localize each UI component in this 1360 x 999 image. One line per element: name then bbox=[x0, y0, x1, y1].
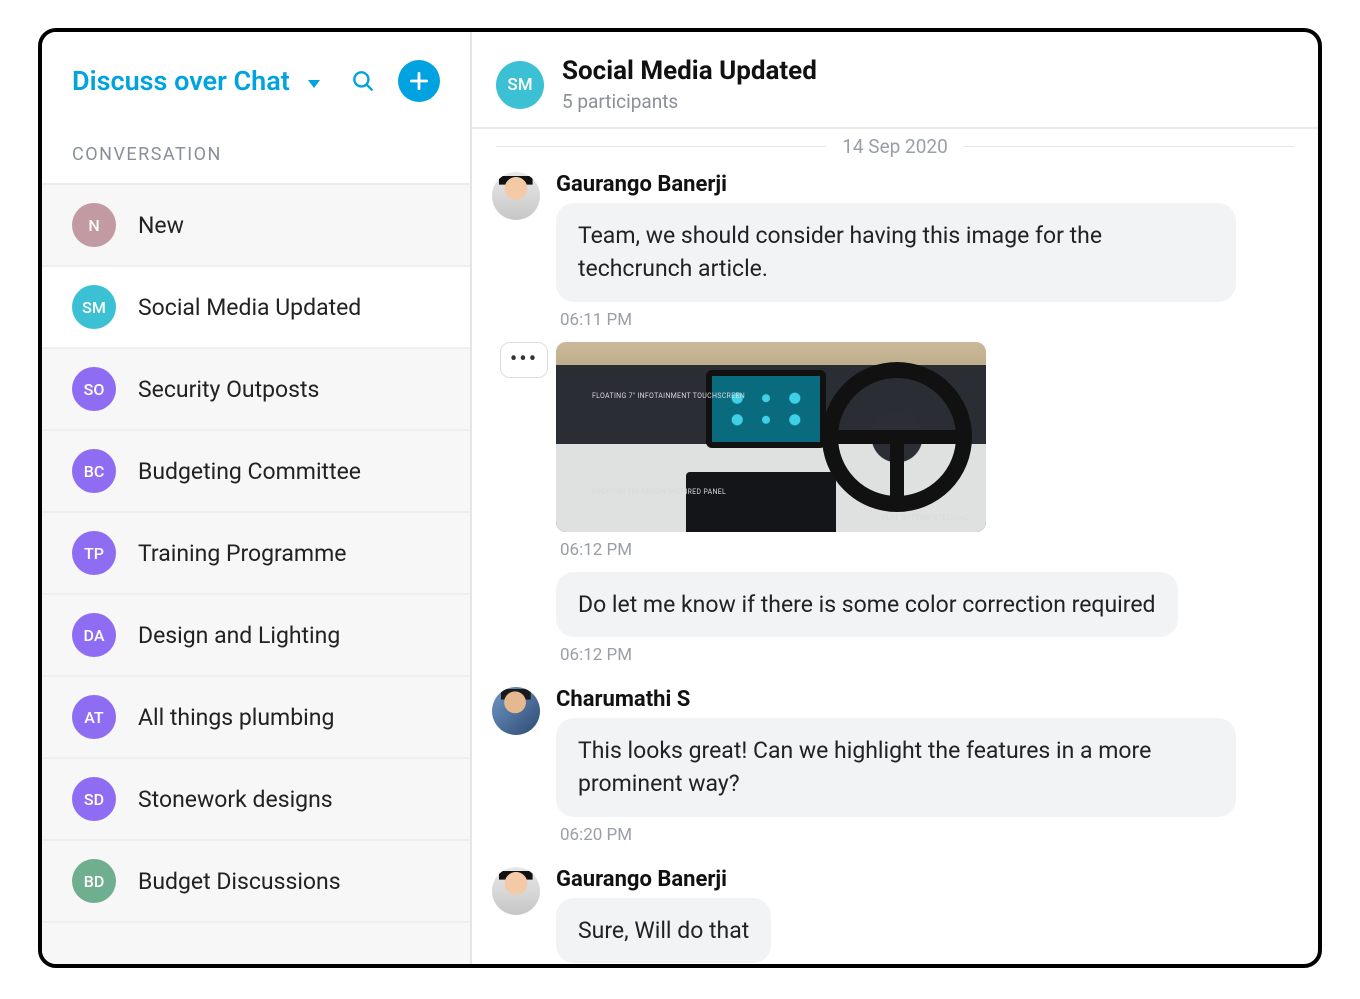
chat-pane: SM Social Media Updated 5 participants 1… bbox=[472, 32, 1318, 964]
conversation-item[interactable]: SO Security Outposts bbox=[42, 349, 470, 431]
message-author: Gaurango Banerji bbox=[556, 867, 1298, 892]
message-author: Gaurango Banerji bbox=[556, 172, 1298, 197]
chat-subtitle: 5 participants bbox=[562, 90, 817, 113]
conversation-list: N New SM Social Media Updated SO Security Out… bbox=[42, 185, 470, 964]
conversation-label: Budgeting Committee bbox=[138, 458, 361, 485]
chat-title: Social Media Updated bbox=[562, 56, 817, 86]
conversation-label: Budget Discussions bbox=[138, 868, 341, 895]
image-attachment[interactable]: FLOATING 7" INFOTAINMENT TOUCHSCREEN PREM… bbox=[556, 342, 986, 532]
message-bubble: Team, we should consider having this ima… bbox=[556, 203, 1236, 302]
message-avatar bbox=[492, 867, 540, 915]
message-bubble: This looks great! Can we highlight the f… bbox=[556, 718, 1236, 817]
sidebar-header: Discuss over Chat bbox=[42, 32, 470, 126]
conversation-item[interactable]: TP Training Programme bbox=[42, 513, 470, 595]
conversation-item[interactable]: AT All things plumbing bbox=[42, 677, 470, 759]
conversation-label: New bbox=[138, 212, 184, 239]
conversation-item[interactable]: SM Social Media Updated bbox=[42, 267, 470, 349]
conversation-avatar: SD bbox=[72, 777, 116, 821]
plus-icon bbox=[406, 68, 432, 94]
app-title-label: Discuss over Chat bbox=[72, 65, 290, 97]
chat-header: SM Social Media Updated 5 participants bbox=[472, 32, 1318, 129]
chat-header-avatar: SM bbox=[496, 61, 544, 109]
message-author: Charumathi S bbox=[556, 687, 1298, 712]
sidebar: Discuss over Chat CONVERSATION N New SM Soc… bbox=[42, 32, 472, 964]
message-group: Gaurango BanerjiSure, Will do that06:20 … bbox=[492, 867, 1298, 964]
message-timestamp: 06:12 PM bbox=[560, 645, 1298, 665]
conversation-avatar: BC bbox=[72, 449, 116, 493]
search-icon bbox=[350, 68, 376, 94]
date-divider: 14 Sep 2020 bbox=[472, 129, 1318, 166]
message-more-button[interactable]: ••• bbox=[500, 342, 548, 378]
conversation-item[interactable]: N New bbox=[42, 185, 470, 267]
message-avatar bbox=[492, 172, 540, 220]
image-label: PREMIUM TRI-ARROW INSPIRED PANEL bbox=[592, 488, 726, 496]
conversation-avatar: AT bbox=[72, 695, 116, 739]
message-attachment-wrapper: •••FLOATING 7" INFOTAINMENT TOUCHSCREENP… bbox=[556, 342, 1298, 532]
message-timestamp: 06:11 PM bbox=[560, 310, 1298, 330]
conversation-avatar: SM bbox=[72, 285, 116, 329]
conversation-avatar: SO bbox=[72, 367, 116, 411]
conversation-item[interactable]: SD Stonework designs bbox=[42, 759, 470, 841]
new-chat-button[interactable] bbox=[398, 60, 440, 102]
conversation-label: Social Media Updated bbox=[138, 294, 361, 321]
conversation-label: Security Outposts bbox=[138, 376, 319, 403]
ellipsis-icon: ••• bbox=[510, 347, 538, 372]
search-button[interactable] bbox=[342, 60, 384, 102]
message-group: Charumathi S This looks great! Can we hig… bbox=[492, 687, 1298, 857]
conversation-item[interactable]: DA Design and Lighting bbox=[42, 595, 470, 677]
message-content: Gaurango BanerjiSure, Will do that06:20 … bbox=[556, 867, 1298, 964]
message-group: Gaurango Banerji Team, we should consider… bbox=[492, 172, 1298, 677]
conversation-avatar: TP bbox=[72, 531, 116, 575]
message-avatar bbox=[492, 687, 540, 735]
app-title-dropdown[interactable]: Discuss over Chat bbox=[72, 65, 328, 97]
message-bubble: Sure, Will do that bbox=[556, 898, 771, 963]
conversation-label: All things plumbing bbox=[138, 704, 334, 731]
conversation-label: Training Programme bbox=[138, 540, 346, 567]
conversation-avatar: N bbox=[72, 203, 116, 247]
message-bubble: Do let me know if there is some color co… bbox=[556, 572, 1178, 637]
conversation-item[interactable]: BC Budgeting Committee bbox=[42, 431, 470, 513]
message-content: Gaurango Banerji Team, we should consider… bbox=[556, 172, 1298, 677]
conversation-section-label: CONVERSATION bbox=[42, 126, 470, 185]
message-timestamp: 06:12 PM bbox=[560, 540, 1298, 560]
message-timestamp: 06:20 PM bbox=[560, 825, 1298, 845]
message-content: Charumathi S This looks great! Can we hig… bbox=[556, 687, 1298, 857]
message-list: Gaurango Banerji Team, we should consider… bbox=[472, 166, 1318, 964]
conversation-label: Stonework designs bbox=[138, 786, 333, 813]
conversation-avatar: DA bbox=[72, 613, 116, 657]
chat-header-text: Social Media Updated 5 participants bbox=[562, 56, 817, 113]
chevron-down-icon bbox=[308, 80, 320, 88]
image-label: FLOATING 7" INFOTAINMENT TOUCHSCREEN bbox=[592, 392, 745, 400]
image-label: FLAT BOTTOM STEERING bbox=[882, 514, 968, 522]
conversation-label: Design and Lighting bbox=[138, 622, 340, 649]
date-divider-label: 14 Sep 2020 bbox=[842, 135, 948, 158]
conversation-item[interactable]: BD Budget Discussions bbox=[42, 841, 470, 923]
conversation-avatar: BD bbox=[72, 859, 116, 903]
app-frame: Discuss over Chat CONVERSATION N New SM Soc… bbox=[38, 28, 1322, 968]
